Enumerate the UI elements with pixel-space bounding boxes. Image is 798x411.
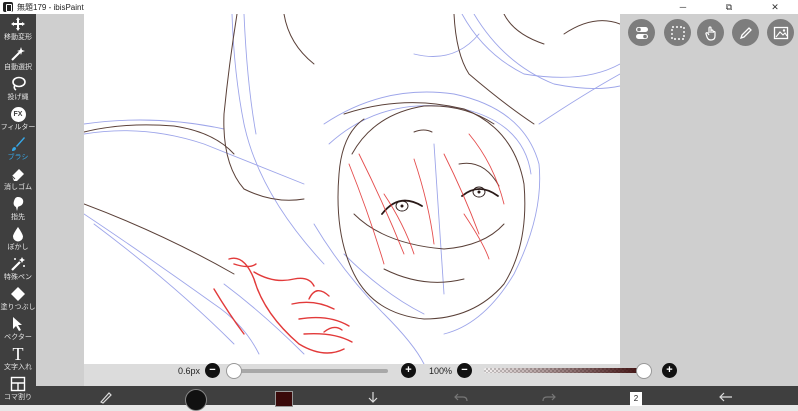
tool-label: 消しゴム <box>4 184 32 191</box>
tool-label: ぼかし <box>7 244 29 251</box>
reference-image-button[interactable] <box>767 19 794 46</box>
settings-toggle-button[interactable] <box>628 19 655 46</box>
brush-pen-icon <box>100 392 112 404</box>
vector-icon <box>10 316 26 332</box>
brush-size-control: 0.6px <box>178 362 200 380</box>
title-bar: 無題179 - ibisPaint ─ ⧉ ✕ <box>0 0 798 14</box>
window-controls: ─ ⧉ ✕ <box>660 0 798 14</box>
pen-stabilizer-button[interactable] <box>732 19 759 46</box>
brush-icon <box>10 136 26 152</box>
tool-magic-wand[interactable]: 自動選択 <box>0 45 36 75</box>
layer-count-badge: 2 <box>630 391 642 406</box>
tool-bucket-fill[interactable]: 塗りつぶし <box>0 285 36 315</box>
tool-label: ベクター <box>4 334 32 341</box>
opacity-control: 100% <box>429 362 452 380</box>
text-icon: T <box>12 344 24 364</box>
tool-vector[interactable]: ベクター <box>0 315 36 345</box>
tool-eraser[interactable]: 消しゴム <box>0 165 36 195</box>
opacity-value: 100% <box>429 366 453 376</box>
fx-filter-icon: FX <box>10 106 26 122</box>
tool-label: 自動選択 <box>4 64 32 71</box>
tool-palette: 移動変形 自動選択 投げ縄 FX フィルター ブラシ 消しゴム 指先 ぼかし 特… <box>0 14 36 405</box>
undo-button[interactable] <box>451 389 471 405</box>
undo-icon <box>454 393 468 402</box>
maximize-button[interactable]: ⧉ <box>706 0 752 14</box>
brush-preview-circle <box>185 389 207 411</box>
arrow-left-icon <box>719 392 732 402</box>
layers-button[interactable]: 2 <box>626 389 646 406</box>
frame-divider-icon <box>10 376 26 392</box>
tool-label: 移動変形 <box>4 34 32 41</box>
drawing-canvas[interactable] <box>84 14 620 364</box>
brush-preview-button[interactable] <box>184 389 208 411</box>
brush-size-decrease-button[interactable]: − <box>205 363 220 378</box>
opacity-decrease-button[interactable]: − <box>457 363 472 378</box>
tool-label: 指先 <box>11 214 25 221</box>
move-transform-icon <box>10 16 26 32</box>
tool-brush[interactable]: ブラシ <box>0 135 36 165</box>
tool-label: ブラシ <box>7 154 29 161</box>
sketch-artwork <box>84 14 620 364</box>
tool-label: フィルター <box>0 124 36 131</box>
arrow-down-icon <box>368 392 378 403</box>
tool-label: 投げ縄 <box>7 94 29 101</box>
bottom-toolbar: 2 <box>36 386 798 411</box>
tool-label: 塗りつぶし <box>0 304 36 311</box>
tool-smudge[interactable]: 指先 <box>0 195 36 225</box>
brush-size-value: 0.6px <box>178 366 201 376</box>
touch-gesture-button[interactable] <box>697 19 724 46</box>
toggle-icon <box>635 26 648 39</box>
eraser-icon <box>10 166 26 182</box>
tool-selection-button[interactable] <box>96 389 116 405</box>
lasso-icon <box>10 76 26 92</box>
canvas-gutter-right <box>620 14 798 386</box>
pencil-icon <box>739 26 752 39</box>
image-icon <box>773 26 788 39</box>
minimize-button[interactable]: ─ <box>660 0 706 14</box>
tool-special-pen[interactable]: 特殊ペン <box>0 255 36 285</box>
tool-label: 文字入れ <box>4 364 32 371</box>
tool-label: 特殊ペン <box>4 274 32 281</box>
tool-lasso[interactable]: 投げ縄 <box>0 75 36 105</box>
magic-wand-icon <box>10 46 26 62</box>
brush-size-slider[interactable] <box>230 369 388 373</box>
blur-drop-icon <box>10 226 26 242</box>
opacity-slider-knob[interactable] <box>636 363 652 379</box>
dashed-selection-icon <box>670 25 685 40</box>
tool-frame-divider[interactable]: コマ割り <box>0 375 36 405</box>
canvas-gutter-left <box>36 14 84 386</box>
brush-size-slider-knob[interactable] <box>226 363 242 379</box>
tool-text[interactable]: T 文字入れ <box>0 345 36 375</box>
opacity-slider[interactable] <box>484 368 648 373</box>
window-title: 無題179 - ibisPaint <box>17 2 84 12</box>
tool-move-transform[interactable]: 移動変形 <box>0 15 36 45</box>
tool-blur[interactable]: ぼかし <box>0 225 36 255</box>
bucket-fill-icon <box>10 286 26 302</box>
brush-size-increase-button[interactable]: + <box>401 363 416 378</box>
touch-hand-icon <box>704 25 716 41</box>
back-button[interactable] <box>716 389 736 405</box>
special-pen-icon <box>10 256 26 272</box>
opacity-increase-button[interactable]: + <box>662 363 677 378</box>
smudge-icon <box>10 196 26 212</box>
redo-button[interactable] <box>539 389 559 405</box>
tool-filter[interactable]: FX フィルター <box>0 105 36 135</box>
download-button[interactable] <box>363 389 383 405</box>
close-button[interactable]: ✕ <box>752 0 798 14</box>
ibispaint-app-icon <box>3 2 13 12</box>
color-picker-button[interactable] <box>274 389 294 407</box>
selection-button[interactable] <box>664 19 691 46</box>
redo-icon <box>542 393 556 402</box>
tool-label: コマ割り <box>4 394 32 401</box>
